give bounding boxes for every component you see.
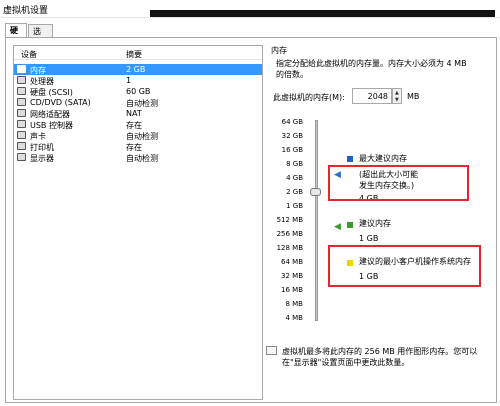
summary-column-header[interactable]: 摘要: [126, 49, 142, 60]
printer-icon: [17, 142, 26, 150]
scale-tick: 128 MB: [276, 244, 303, 252]
device-value: 自动检测: [126, 154, 158, 163]
highlight-box-1: [328, 165, 469, 201]
device-row-hard-disk[interactable]: 硬盘 (SCSI) 60 GB: [14, 86, 262, 97]
usb-icon: [17, 120, 26, 128]
memory-description: 指定分配给此虚拟机的内存量。内存大小必须为 4 MB 的倍数。: [276, 59, 467, 79]
device-row-usb-controller[interactable]: USB 控制器 存在: [14, 119, 262, 130]
scale-tick: 1 GB: [286, 202, 303, 210]
memory-slider-thumb[interactable]: [310, 188, 321, 196]
device-value: 1: [126, 76, 132, 85]
device-value: NAT: [126, 109, 142, 118]
recommended-value: 1 GB: [359, 234, 379, 243]
scale-tick: 32 MB: [281, 272, 303, 280]
chevron-up-icon[interactable]: ▲: [395, 90, 399, 96]
recommended-label: 建议内存: [359, 219, 391, 228]
device-row-sound-card[interactable]: 声卡 自动检测: [14, 130, 262, 141]
scale-tick: 32 GB: [281, 132, 303, 140]
highlight-box-2: [328, 245, 481, 287]
memory-icon: [17, 65, 26, 73]
device-name: CD/DVD (SATA): [30, 98, 91, 107]
title-bar: 虚拟机设置: [0, 0, 500, 18]
device-list-header: 设备 摘要: [14, 46, 262, 60]
memory-section-title: 内存: [271, 46, 287, 55]
vm-memory-input[interactable]: 2048: [352, 88, 392, 104]
scale-tick: 64 GB: [281, 118, 303, 126]
title-bar-fill: [150, 10, 495, 17]
max-recommended-label: 最大建议内存: [359, 154, 407, 163]
memory-spinner[interactable]: ▲ ▼: [392, 88, 402, 104]
memory-unit: MB: [407, 92, 420, 101]
device-list: 设备 摘要 内存 2 GB 处理器 1 硬盘 (SCSI) 60 GB CD/D…: [13, 45, 263, 400]
device-value: 60 GB: [126, 87, 151, 96]
tab-options[interactable]: 选项: [28, 24, 53, 47]
sound-card-icon: [17, 131, 26, 139]
scale-tick: 16 MB: [281, 286, 303, 294]
recommended-arrow-icon: ◀: [334, 222, 341, 232]
scale-tick: 2 GB: [286, 188, 303, 196]
display-icon: [17, 153, 26, 161]
device-row-memory[interactable]: 内存 2 GB: [14, 64, 262, 75]
device-row-display[interactable]: 显示器 自动检测: [14, 152, 262, 163]
max-recommended-marker: [347, 156, 353, 162]
footer-note: 虚拟机最多将此内存的 256 MB 用作图形内存。您可以在"显示器"设置页面中更…: [282, 347, 478, 367]
scale-tick: 4 MB: [285, 314, 303, 322]
window-title: 虚拟机设置: [3, 6, 49, 16]
cd-dvd-icon: [17, 98, 26, 106]
device-row-processor[interactable]: 处理器 1: [14, 75, 262, 86]
scale-tick: 64 MB: [281, 258, 303, 266]
scale-tick: 8 GB: [286, 160, 303, 168]
network-adapter-icon: [17, 109, 26, 117]
scale-tick: 256 MB: [276, 230, 303, 238]
device-value: 2 GB: [126, 65, 146, 74]
hard-disk-icon: [17, 87, 26, 95]
scale-tick: 16 GB: [281, 146, 303, 154]
scale-tick: 8 MB: [285, 300, 303, 308]
scale-tick: 512 MB: [276, 216, 303, 224]
recommended-marker: [347, 222, 353, 228]
info-icon: [266, 346, 277, 355]
processor-icon: [17, 76, 26, 84]
device-row-printer[interactable]: 打印机 存在: [14, 141, 262, 152]
device-column-header[interactable]: 设备: [21, 49, 37, 60]
tab-hardware[interactable]: 硬件: [5, 23, 27, 46]
chevron-down-icon[interactable]: ▼: [395, 97, 399, 103]
memory-slider-track[interactable]: [315, 120, 318, 321]
device-name: 显示器: [30, 154, 54, 163]
device-row-cd-dvd[interactable]: CD/DVD (SATA) 自动检测: [14, 97, 262, 108]
device-row-network-adapter[interactable]: 网络适配器 NAT: [14, 108, 262, 119]
scale-tick: 4 GB: [286, 174, 303, 182]
vm-memory-label: 此虚拟机的内存(M):: [273, 93, 345, 102]
